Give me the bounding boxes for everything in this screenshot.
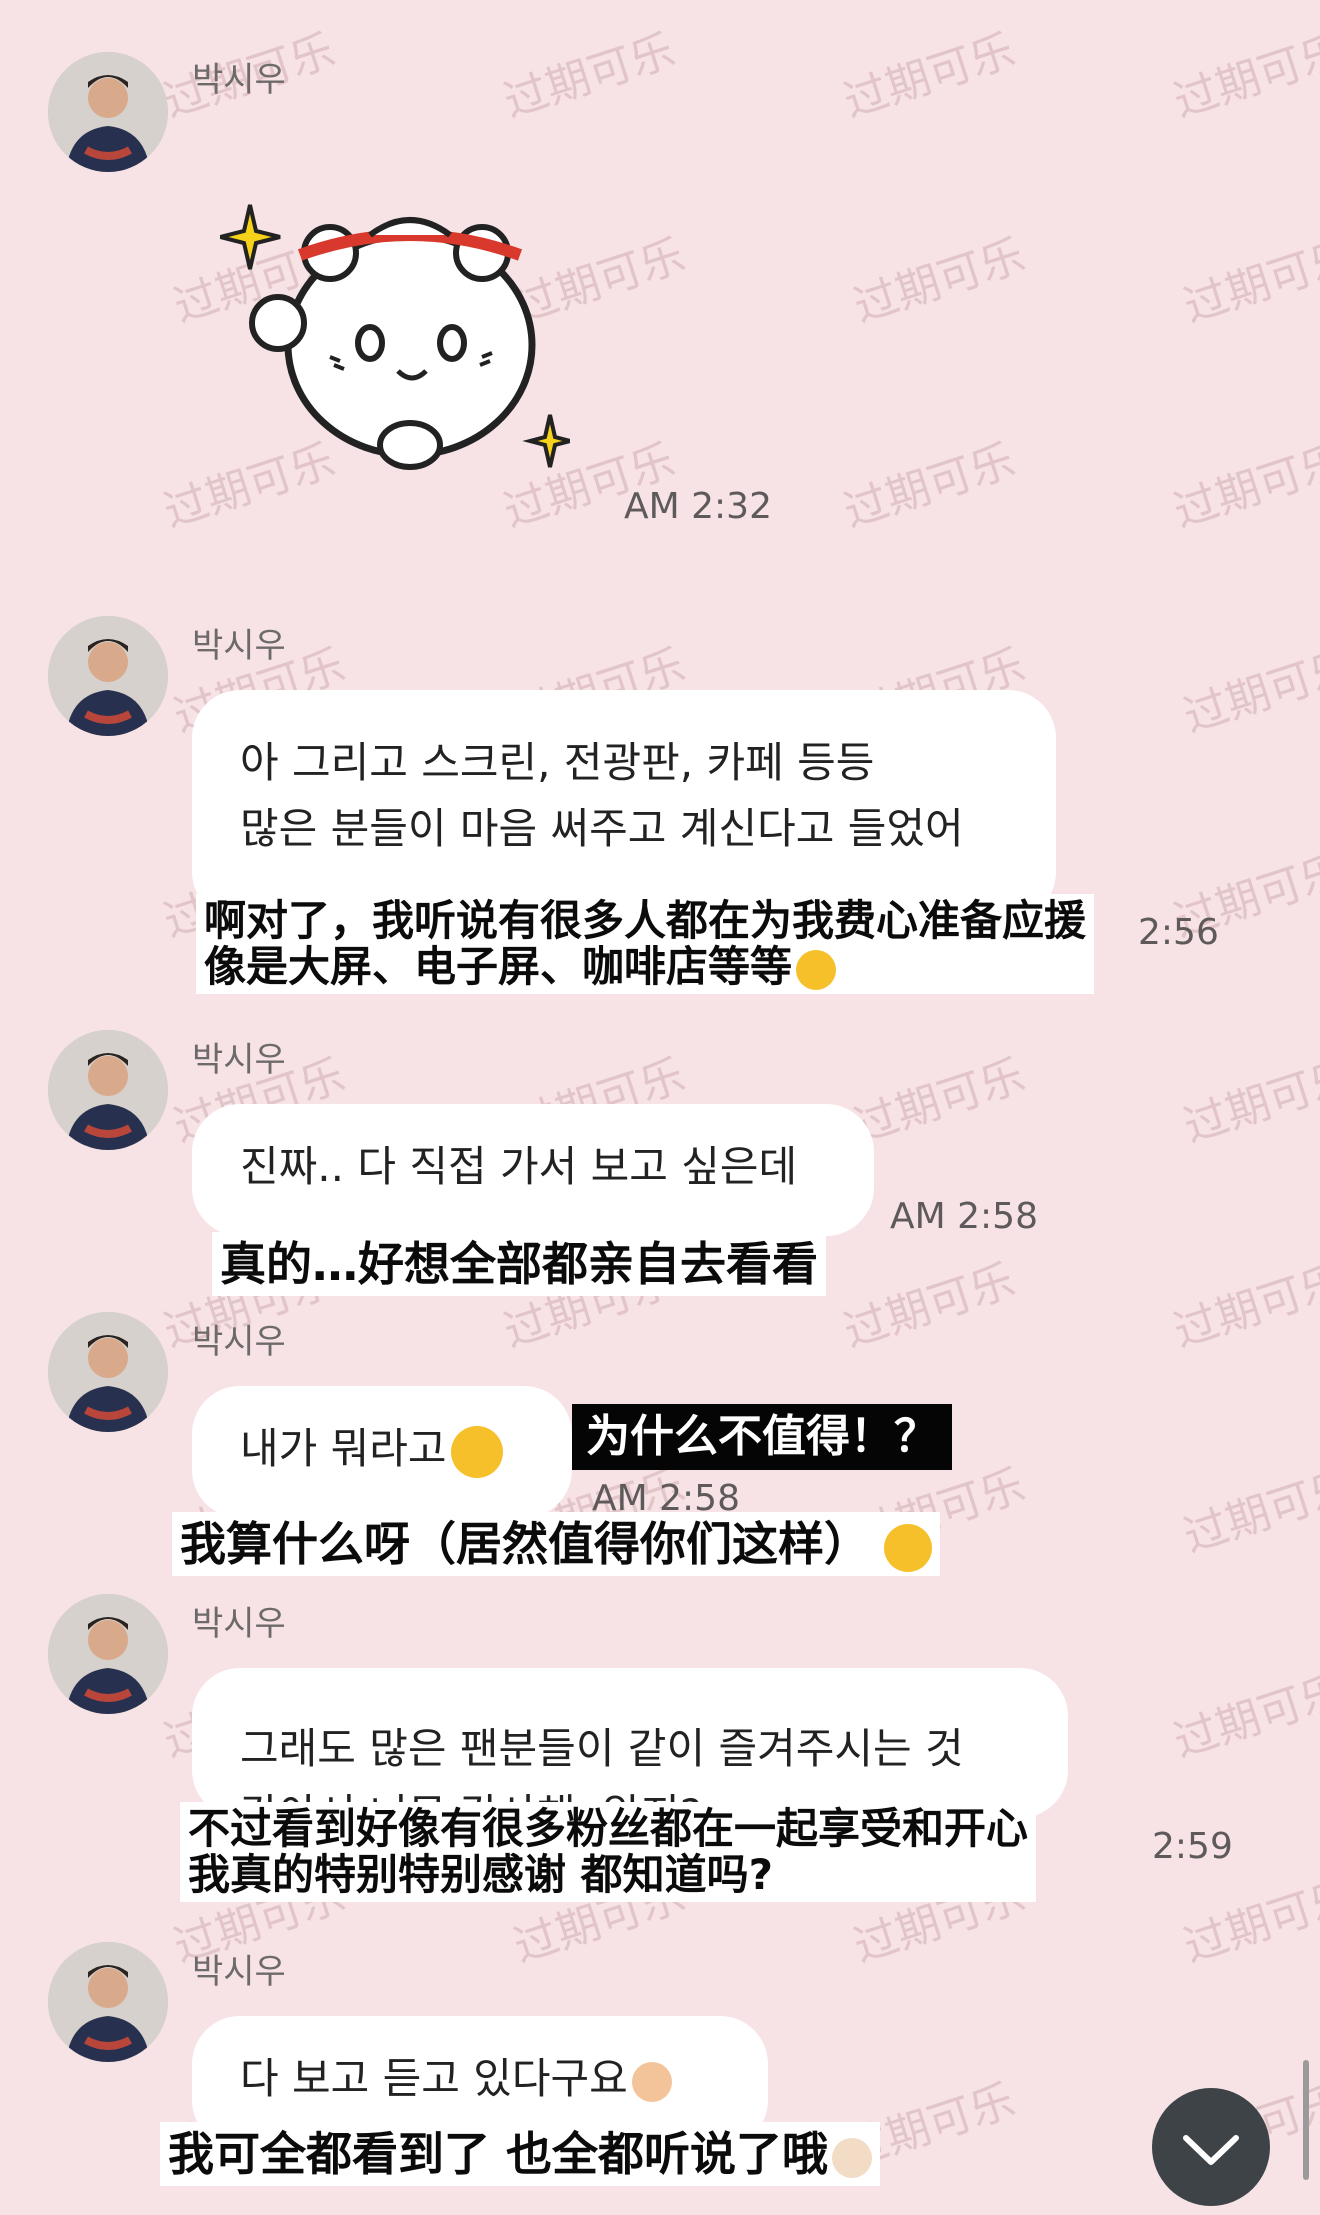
watermark-text: 过期可乐: [837, 1254, 1021, 1358]
translation-line: 我算什么呀（居然值得你们这样）: [180, 1516, 932, 1572]
sender-name: 박시우: [192, 1604, 286, 1644]
translation-line: 真的…好想全部都亲自去看看: [220, 1237, 818, 1291]
chevron-down-icon: [1183, 2135, 1239, 2165]
translation-line: 我可全都看到了 也全都听说了哦: [168, 2126, 873, 2182]
sender-name: 박시우: [192, 1040, 286, 1080]
avatar[interactable]: [48, 1594, 168, 1714]
message-bubble[interactable]: 그래도 많은 팬분들이 같이 즐겨주시는 것 같아서 너무 감사해, 알지?: [192, 1668, 1068, 1818]
sender-name: 박시우: [192, 626, 286, 666]
watermark-text: 过期可乐: [847, 229, 1031, 333]
avatar[interactable]: [48, 616, 168, 736]
watermark-text: 过期可乐: [1177, 229, 1320, 333]
avatar-photo-icon: [48, 1594, 168, 1714]
watermark-text: 过期可乐: [847, 1049, 1031, 1153]
sender-name: 박시우: [192, 60, 286, 100]
avatar[interactable]: [48, 1312, 168, 1432]
message-line: 진짜.. 다 직접 가서 보고 싶은데: [240, 1142, 798, 1191]
message-bubble[interactable]: 진짜.. 다 직접 가서 보고 싶은데: [192, 1104, 874, 1236]
sender-name: 박시우: [192, 1952, 286, 1992]
watermark-text: 过期可乐: [837, 24, 1021, 128]
message-line: 그래도 많은 팬분들이 같이 즐겨주시는 것: [240, 1724, 964, 1773]
comment-caption: 为什么不值得！？: [572, 1404, 952, 1470]
message-line: 다 보고 듣고 있다구요: [240, 2046, 720, 2112]
translation-caption: 我可全都看到了 也全都听说了哦: [160, 2122, 881, 2186]
message-time: 2:59: [1152, 1826, 1233, 1867]
avatar[interactable]: [48, 1942, 168, 2062]
melting-face-icon: [450, 1425, 503, 1478]
message-line: 아 그리고 스크린, 전광판, 카페 등등: [240, 738, 875, 787]
watermark-text: 过期可乐: [1167, 434, 1320, 538]
avatar-photo-icon: [48, 1312, 168, 1432]
watermark-text: 过期可乐: [1167, 1254, 1320, 1358]
message-bubble[interactable]: 내가 뭐라고: [192, 1386, 572, 1518]
fist-icon: [832, 2137, 873, 2178]
translation-caption: 我算什么呀（居然值得你们这样）: [172, 1512, 940, 1576]
watermark-text: 过期可乐: [497, 24, 681, 128]
avatar-photo-icon: [48, 1942, 168, 2062]
avatar-photo-icon: [48, 616, 168, 736]
sender-name: 박시우: [192, 1322, 286, 1362]
avatar-photo-icon: [48, 52, 168, 172]
scrollbar[interactable]: [1303, 2060, 1309, 2180]
watermark-text: 过期可乐: [1177, 1869, 1320, 1973]
translation-caption: 啊对了，我听说有很多人都在为我费心准备应援 像是大屏、电子屏、咖啡店等等: [196, 894, 1095, 994]
avatar-photo-icon: [48, 1030, 168, 1150]
message-line: 내가 뭐라고: [240, 1416, 524, 1482]
translation-caption: 真的…好想全部都亲自去看看: [212, 1232, 826, 1296]
translation-line: 像是大屏、电子屏、咖啡店等等: [204, 944, 1086, 990]
translation-line: 不过看到好像有很多粉丝都在一起享受和开心: [188, 1804, 1029, 1853]
watermark-text: 过期可乐: [1177, 1459, 1320, 1563]
avatar[interactable]: [48, 52, 168, 172]
translation-line: 啊对了，我听说有很多人都在为我费心准备应援: [204, 896, 1087, 945]
translation-caption: 不过看到好像有很多粉丝都在一起享受和开心 我真的特别特别感谢 都知道吗?: [180, 1802, 1037, 1902]
pointing-fist-icon: [631, 2061, 672, 2102]
watermark-text: 过期可乐: [1167, 1664, 1320, 1768]
pleading-face-icon: [796, 949, 837, 990]
message-bubble[interactable]: 아 그리고 스크린, 전광판, 카페 등등 많은 분들이 마음 써주고 계신다고…: [192, 690, 1056, 920]
melting-face-icon: [884, 1523, 932, 1572]
watermark-text: 过期可乐: [1177, 639, 1320, 743]
scroll-to-bottom-button[interactable]: [1152, 2088, 1270, 2206]
message-line: 많은 분들이 마음 써주고 계신다고 들었어: [240, 804, 964, 853]
message-time: 2:56: [1138, 912, 1219, 953]
watermark-text: 过期可乐: [1177, 1049, 1320, 1153]
watermark-text: 过期可乐: [1167, 24, 1320, 128]
watermark-text: 过期可乐: [837, 434, 1021, 538]
message-time: AM 2:32: [624, 486, 772, 527]
sticker[interactable]: [219, 195, 578, 495]
avatar[interactable]: [48, 1030, 168, 1150]
bear-sticker-icon: [219, 204, 578, 470]
translation-line: 我真的特别特别感谢 都知道吗?: [188, 1850, 773, 1899]
message-time: AM 2:58: [890, 1196, 1038, 1237]
